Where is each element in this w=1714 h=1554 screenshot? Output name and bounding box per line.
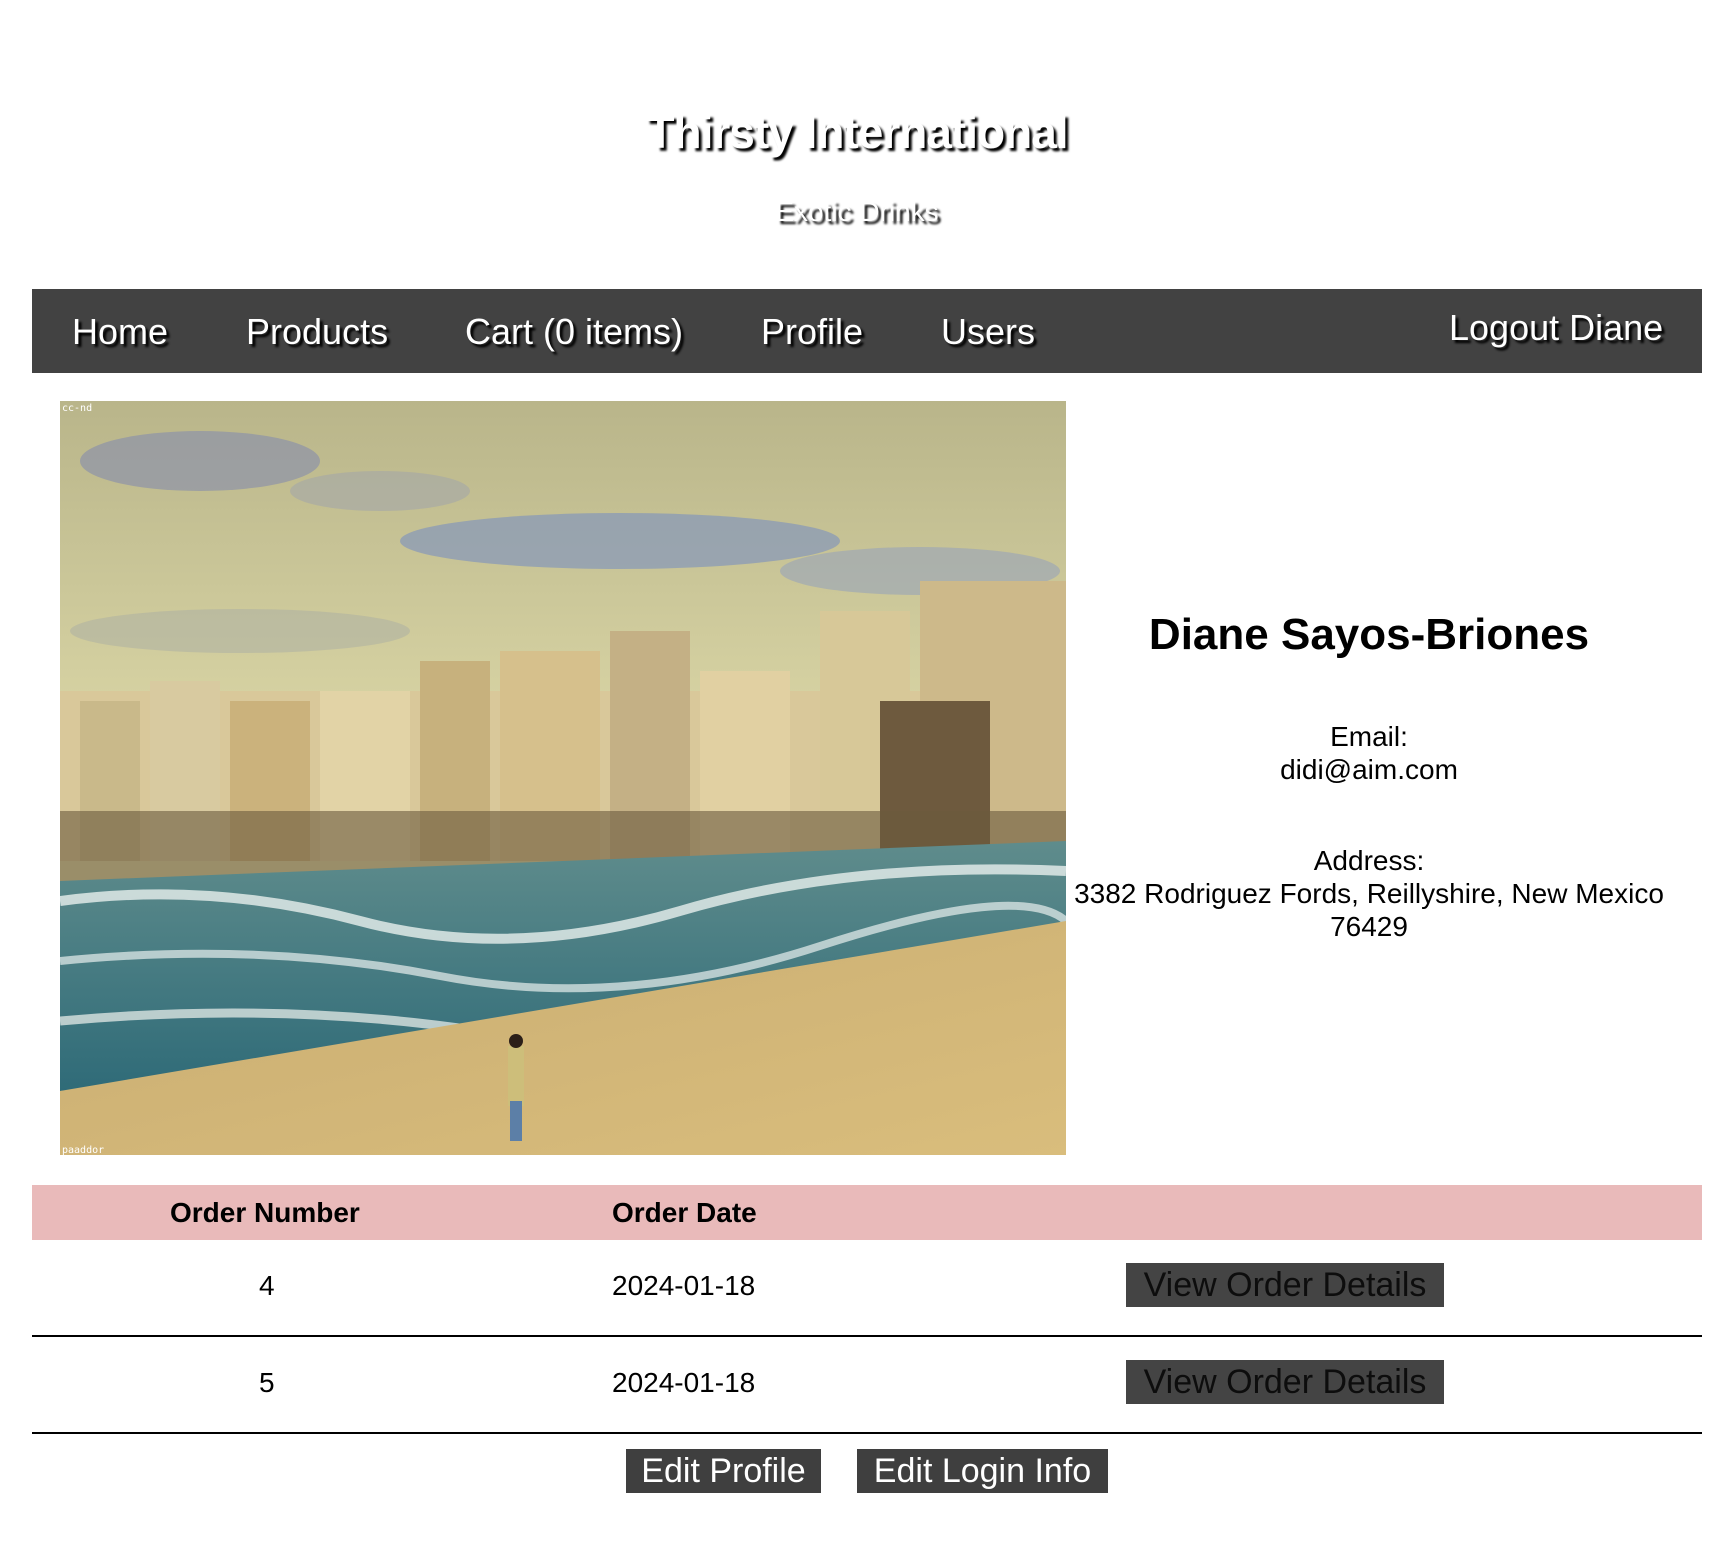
license-mark: cc-nd: [62, 403, 92, 414]
coastal-town-image: cc-nd paaddor: [60, 401, 1066, 1155]
order-date-cell: 2024-01-18: [612, 1270, 756, 1301]
table-row: 5 2024-01-18 View Order Details: [32, 1337, 1702, 1434]
address-block: Address: 3382 Rodriguez Fords, Reillyshi…: [1036, 844, 1702, 943]
edit-login-info-button[interactable]: Edit Login Info: [857, 1449, 1108, 1493]
nav-home-link[interactable]: Home: [72, 311, 168, 353]
nav-cart-link[interactable]: Cart (0 items): [465, 311, 683, 353]
table-row: 4 2024-01-18 View Order Details: [32, 1240, 1702, 1337]
email-label: Email:: [1330, 721, 1408, 752]
profile-photo: cc-nd paaddor: [60, 401, 1066, 1155]
site-tagline: Exotic Drinks: [775, 196, 939, 227]
order-date-cell: 2024-01-18: [612, 1367, 756, 1398]
view-order-details-label: View Order Details: [1143, 1265, 1427, 1304]
email-block: Email: didi@aim.com: [1066, 720, 1672, 786]
order-date-header: Order Date: [612, 1197, 757, 1228]
profile-name: Diane Sayos-Briones: [1148, 610, 1590, 659]
orders-table: Order Number Order Date 4 2024-01-18 Vie…: [32, 1185, 1702, 1434]
edit-profile-button[interactable]: Edit Profile: [626, 1449, 821, 1493]
site-title: Thirsty International: [646, 106, 1068, 158]
view-order-details-button[interactable]: View Order Details: [1126, 1263, 1444, 1307]
main-nav: Home Products Cart (0 items) Profile Use…: [32, 289, 1702, 373]
order-number-cell: 4: [259, 1270, 275, 1301]
author-mark: paaddor: [62, 1145, 104, 1155]
address-line-2: 76429: [1330, 911, 1408, 942]
view-order-details-label: View Order Details: [1143, 1362, 1427, 1401]
view-order-details-button[interactable]: View Order Details: [1126, 1360, 1444, 1404]
nav-users-link[interactable]: Users: [941, 311, 1035, 353]
profile-info: Diane Sayos-Briones Email: didi@aim.com …: [1066, 610, 1672, 943]
nav-products-link[interactable]: Products: [246, 311, 388, 353]
address-line-1: 3382 Rodriguez Fords, Reillyshire, New M…: [1074, 878, 1664, 909]
logout-link[interactable]: Logout Diane: [1449, 307, 1663, 349]
email-value: didi@aim.com: [1280, 754, 1458, 785]
order-number-header: Order Number: [170, 1197, 360, 1228]
order-number-cell: 5: [259, 1367, 275, 1398]
nav-profile-link[interactable]: Profile: [761, 311, 863, 353]
orders-header-row: Order Number Order Date: [32, 1185, 1702, 1240]
address-label: Address:: [1313, 845, 1425, 876]
